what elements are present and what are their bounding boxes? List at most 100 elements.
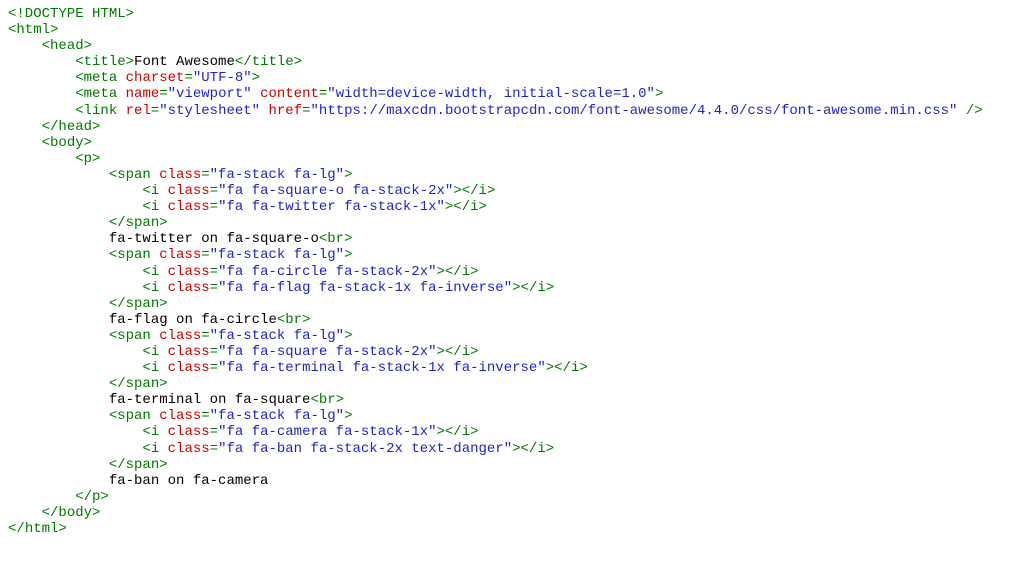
tag-open-bracket: < <box>8 441 151 457</box>
tag-close-bracket: > <box>294 54 302 70</box>
tag-close-bracket: > <box>159 296 167 312</box>
tag-open-bracket: < <box>8 167 117 183</box>
attr-class: class <box>168 360 210 376</box>
tag-close-bracket: > <box>84 135 92 151</box>
tag-span: span <box>126 457 160 473</box>
attr-class: class <box>168 424 210 440</box>
tag-open-bracket: </ <box>8 521 25 537</box>
tag-close-bracket: > <box>470 264 478 280</box>
space <box>159 264 167 280</box>
tag-open-bracket: < <box>8 424 151 440</box>
attr-charset: charset <box>126 70 185 86</box>
tag-span: span <box>117 247 151 263</box>
attr-value: "fa fa-circle fa-stack-2x" <box>218 264 436 280</box>
equals: = <box>210 183 218 199</box>
tag-open-bracket: < <box>8 247 117 263</box>
attr-value: "fa fa-flag fa-stack-1x fa-inverse" <box>218 280 512 296</box>
attr-class: class <box>159 247 201 263</box>
tag-close-bracket: > <box>302 312 310 328</box>
tag-close-bracket: > <box>159 215 167 231</box>
tag-open-bracket: < <box>8 38 50 54</box>
attr-class: class <box>168 344 210 360</box>
tag-open-bracket: < <box>8 183 151 199</box>
space <box>159 441 167 457</box>
tag-span: span <box>126 296 160 312</box>
equals: = <box>151 103 159 119</box>
attr-value: "UTF-8" <box>193 70 252 86</box>
tag-close-bracket: ></ <box>437 264 462 280</box>
space <box>252 86 260 102</box>
equals: = <box>210 199 218 215</box>
equals: = <box>201 247 209 263</box>
tag-close-bracket: ></ <box>437 424 462 440</box>
attr-value: "fa-stack fa-lg" <box>210 167 344 183</box>
attr-value: "fa-stack fa-lg" <box>210 408 344 424</box>
tag-close-bracket: > <box>92 119 100 135</box>
equals: = <box>210 360 218 376</box>
tag-close-bracket: > <box>252 70 260 86</box>
code-block: <!DOCTYPE HTML> <html> <head> <title>Fon… <box>0 0 1024 543</box>
indent <box>8 473 109 489</box>
space <box>151 328 159 344</box>
tag-open-bracket: < <box>8 408 117 424</box>
tag-close-bracket: > <box>344 328 352 344</box>
tag-open-bracket: < <box>8 264 151 280</box>
space <box>159 424 167 440</box>
tag-i: i <box>151 424 159 440</box>
tag-close-bracket: > <box>84 38 92 54</box>
tag-close-bracket: ></ <box>512 441 537 457</box>
tag-head: head <box>58 119 92 135</box>
tag-i: i <box>151 280 159 296</box>
tag-close-bracket: > <box>159 457 167 473</box>
tag-open-bracket: < <box>277 312 285 328</box>
text-content: fa-flag on fa-circle <box>109 312 277 328</box>
tag-i: i <box>462 264 470 280</box>
tag-i: i <box>462 424 470 440</box>
tag-br: br <box>327 231 344 247</box>
tag-close-bracket: > <box>655 86 663 102</box>
space <box>159 199 167 215</box>
space <box>151 408 159 424</box>
space <box>159 183 167 199</box>
equals: = <box>184 70 192 86</box>
tag-p: p <box>84 151 92 167</box>
tag-open-bracket: < <box>310 392 318 408</box>
equals: = <box>210 344 218 360</box>
equals: = <box>210 441 218 457</box>
tag-open-bracket: </ <box>8 215 126 231</box>
tag-title: title <box>84 54 126 70</box>
attr-value: "fa fa-square fa-stack-2x" <box>218 344 436 360</box>
attr-class: class <box>159 408 201 424</box>
equals: = <box>201 328 209 344</box>
title-text: Font Awesome <box>134 54 235 70</box>
tag-close-bracket: > <box>58 521 66 537</box>
tag-head: head <box>50 38 84 54</box>
tag-close-bracket: > <box>92 505 100 521</box>
indent <box>8 231 109 247</box>
equals: = <box>159 86 167 102</box>
tag-close-bracket: > <box>344 408 352 424</box>
tag-i: i <box>462 344 470 360</box>
tag-i: i <box>151 183 159 199</box>
attr-value: "fa fa-ban fa-stack-2x text-danger" <box>218 441 512 457</box>
tag-link: link <box>84 103 118 119</box>
tag-close-bracket: > <box>126 54 134 70</box>
attr-value: "fa-stack fa-lg" <box>210 328 344 344</box>
tag-close-bracket: > <box>487 183 495 199</box>
indent <box>8 392 109 408</box>
attr-value: "fa-stack fa-lg" <box>210 247 344 263</box>
tag-close-bracket: > <box>479 199 487 215</box>
attr-class: class <box>168 183 210 199</box>
tag-close-bracket: ></ <box>512 280 537 296</box>
tag-close-bracket: > <box>546 441 554 457</box>
tag-open-bracket: < <box>8 70 84 86</box>
tag-open-bracket: < <box>8 103 84 119</box>
attr-value: "viewport" <box>168 86 252 102</box>
tag-body: body <box>50 135 84 151</box>
tag-open-bracket: </ <box>8 296 126 312</box>
tag-close-bracket: > <box>546 280 554 296</box>
doctype: <!DOCTYPE HTML> <box>8 6 134 22</box>
attr-class: class <box>168 199 210 215</box>
tag-i: i <box>537 441 545 457</box>
tag-close-bracket: ></ <box>453 183 478 199</box>
